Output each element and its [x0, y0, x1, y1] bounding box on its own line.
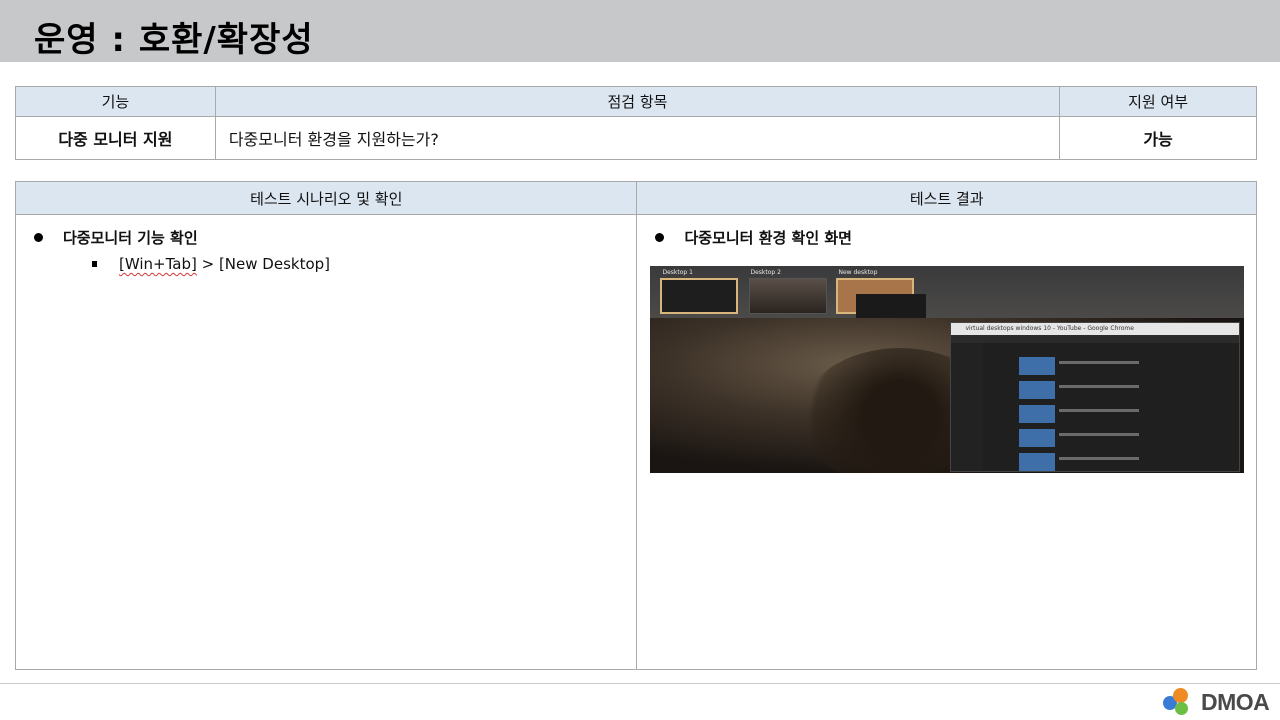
- menu-path-text: > [New Desktop]: [196, 255, 330, 273]
- scenario-cell: 다중모니터 기능 확인 [Win+Tab] > [New Desktop]: [14, 214, 638, 670]
- header-result: 테스트 결과: [636, 181, 1257, 215]
- logo-mark-icon: [1163, 688, 1197, 716]
- feature-cell: 다중 모니터 지원: [15, 116, 216, 160]
- title-bar: 운영 : 호환/확장성: [0, 0, 1280, 62]
- video-thumbnail: [1019, 429, 1056, 447]
- video-thumbnail: [1019, 381, 1056, 399]
- logo-text: DMOA: [1201, 688, 1270, 715]
- desktop-1-thumbnail: [660, 278, 739, 314]
- test-table: 테스트 시나리오 및 확인 테스트 결과 다중모니터 기능 확인 [Win+Ta…: [14, 181, 1257, 670]
- video-title-line: [1059, 385, 1140, 388]
- desktop-2-label: Desktop 2: [750, 269, 781, 276]
- footer-divider: [0, 683, 1280, 684]
- chrome-toolbar: [951, 335, 1240, 343]
- scenario-bullet-text: 다중모니터 기능 확인: [63, 229, 198, 247]
- result-bullet-text: 다중모니터 환경 확인 화면: [684, 229, 852, 247]
- logo-orange-dot: [1173, 688, 1188, 703]
- support-cell: 가능: [1059, 116, 1257, 160]
- youtube-sidebar: [951, 343, 984, 471]
- task-view-strip: Desktop 1 Desktop 2 New desktop: [650, 266, 1245, 324]
- chrome-window: virtual desktops windows 10 - YouTube - …: [950, 322, 1241, 472]
- result-bullet: 다중모니터 환경 확인 화면: [655, 227, 852, 248]
- header-check-item: 점검 항목: [214, 86, 1061, 117]
- page-title: 운영 : 호환/확장성: [34, 20, 314, 60]
- video-title-line: [1059, 409, 1140, 412]
- bullet-dot-icon: [655, 233, 665, 242]
- shortcut-text: [Win+Tab]: [119, 255, 197, 273]
- logo-green-dot: [1175, 702, 1188, 715]
- video-title-line: [1059, 361, 1140, 364]
- bullet-dot-icon: [34, 233, 43, 242]
- video-thumbnail: [1019, 405, 1056, 423]
- video-title-line: [1059, 433, 1140, 436]
- desktop-1-label: Desktop 1: [662, 269, 693, 276]
- new-desktop-label: New desktop: [838, 269, 878, 276]
- company-logo: DMOA: [1163, 688, 1270, 716]
- desktop-2-thumbnail: [749, 278, 828, 314]
- result-cell: 다중모니터 환경 확인 화면 Desktop 1 Desktop 2 New d…: [636, 214, 1257, 670]
- video-title-line: [1059, 457, 1140, 460]
- multi-desktop-screenshot: Desktop 1 Desktop 2 New desktop virtual …: [650, 266, 1245, 473]
- header-feature: 기능: [15, 86, 216, 117]
- video-thumbnail: [1019, 357, 1056, 375]
- video-thumbnail: [1019, 453, 1056, 471]
- scenario-sub-bullet: [Win+Tab] > [New Desktop]: [92, 255, 330, 273]
- scenario-bullet: 다중모니터 기능 확인: [34, 227, 198, 248]
- chrome-title: virtual desktops windows 10 - YouTube - …: [951, 323, 1240, 335]
- header-scenario: 테스트 시나리오 및 확인: [14, 181, 638, 215]
- check-item-cell: 다중모니터 환경을 지원하는가?: [214, 116, 1061, 160]
- square-bullet-icon: [92, 261, 97, 267]
- header-support: 지원 여부: [1059, 86, 1257, 117]
- check-table: 기능 점검 항목 지원 여부 다중 모니터 지원 다중모니터 환경을 지원하는가…: [15, 86, 1257, 160]
